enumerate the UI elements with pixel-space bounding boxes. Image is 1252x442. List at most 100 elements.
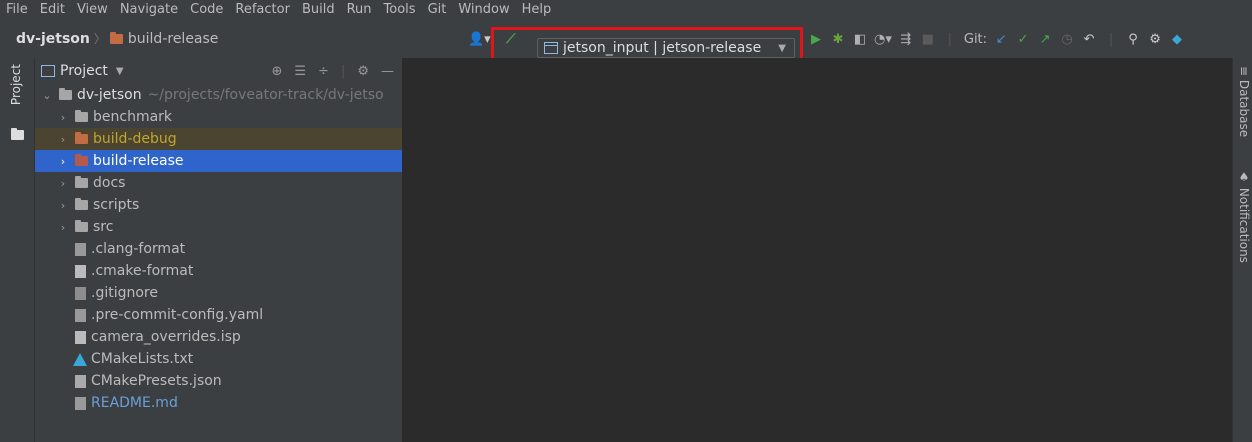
chevron-down-icon[interactable]: ▼: [116, 66, 124, 77]
attach-icon[interactable]: ⇶: [898, 29, 914, 49]
tree-item-label: README.md: [91, 395, 178, 411]
project-panel-header: Project ▼ ⊕ ☰ ÷ | ⚙ —: [35, 58, 402, 84]
menu-window[interactable]: Window: [452, 0, 515, 20]
rollback-icon[interactable]: ↶: [1081, 29, 1097, 49]
tree-item-label: scripts: [93, 197, 140, 213]
folder-icon: [75, 220, 88, 232]
build-hammer-icon[interactable]: ⟋: [503, 29, 519, 49]
tree-item-docs[interactable]: › docs: [35, 172, 402, 194]
profile-icon[interactable]: ◔▾: [874, 29, 892, 49]
tree-item-label: .cmake-format: [91, 263, 194, 279]
project-panel-title[interactable]: Project: [60, 63, 108, 79]
git-push-icon[interactable]: ↗: [1037, 29, 1053, 49]
chevron-right-icon[interactable]: ›: [57, 221, 69, 234]
tree-item-scripts[interactable]: › scripts: [35, 194, 402, 216]
editor-area[interactable]: [402, 58, 1232, 442]
menu-git[interactable]: Git: [422, 0, 453, 20]
plugin-logo-icon[interactable]: ◆: [1169, 29, 1185, 49]
tree-item-cmakepresets[interactable]: CMakePresets.json: [35, 370, 402, 392]
menu-refactor[interactable]: Refactor: [229, 0, 296, 20]
history-icon[interactable]: ◷: [1059, 29, 1075, 49]
stop-icon[interactable]: ■: [920, 29, 936, 49]
tree-item-pre-commit-config[interactable]: .pre-commit-config.yaml: [35, 304, 402, 326]
menu-code[interactable]: Code: [184, 0, 229, 20]
folder-icon: [75, 110, 88, 122]
tree-item-build-release[interactable]: › build-release: [35, 150, 402, 172]
left-tool-strip: Project: [0, 58, 35, 442]
yaml-file-icon: [75, 308, 86, 322]
collapse-all-icon[interactable]: ÷: [318, 64, 329, 79]
chevron-right-icon[interactable]: ›: [57, 111, 69, 124]
database-tool-tab[interactable]: ≡ Database: [1237, 66, 1251, 137]
menu-navigate[interactable]: Navigate: [114, 0, 184, 20]
breadcrumb-separator-icon: 〉: [93, 32, 106, 46]
tree-item-clang-format[interactable]: .clang-format: [35, 238, 402, 260]
tree-item-label: .gitignore: [91, 285, 158, 301]
tree-root-label: dv-jetson: [77, 87, 142, 103]
tree-item-cmakelists[interactable]: CMakeLists.txt: [35, 348, 402, 370]
json-file-icon: [75, 374, 86, 388]
tree-item-label: .clang-format: [91, 241, 186, 257]
chevron-right-icon[interactable]: ›: [57, 199, 69, 212]
tree-item-readme[interactable]: README.md: [35, 392, 402, 414]
project-tool-tab[interactable]: Project: [9, 64, 23, 105]
tree-root[interactable]: ⌄ dv-jetson ~/projects/foveator-track/dv…: [35, 84, 402, 106]
tree-item-cmake-format[interactable]: .cmake-format: [35, 260, 402, 282]
chevron-right-icon[interactable]: ›: [57, 155, 69, 168]
menu-build[interactable]: Build: [296, 0, 341, 20]
run-icon[interactable]: ▶: [808, 29, 824, 49]
expand-all-icon[interactable]: ☰: [294, 64, 306, 79]
tree-item-label: .pre-commit-config.yaml: [91, 307, 264, 323]
tree-item-build-debug[interactable]: › build-debug: [35, 128, 402, 150]
coverage-icon[interactable]: ◧: [852, 29, 868, 49]
database-icon: ≡: [1237, 66, 1251, 80]
notifications-tab-label: Notifications: [1237, 187, 1251, 263]
breadcrumb-project[interactable]: dv-jetson: [16, 31, 90, 47]
git-commit-icon[interactable]: ✓: [1015, 29, 1031, 49]
tree-item-label: CMakePresets.json: [91, 373, 222, 389]
hide-icon[interactable]: —: [381, 64, 394, 79]
tree-item-label: build-debug: [93, 131, 177, 147]
chevron-right-icon[interactable]: ›: [57, 177, 69, 190]
breadcrumb-folder[interactable]: build-release: [128, 31, 219, 47]
menu-edit[interactable]: Edit: [34, 0, 71, 20]
git-update-icon[interactable]: ↙: [993, 29, 1009, 49]
tree-item-benchmark[interactable]: › benchmark: [35, 106, 402, 128]
notifications-tool-tab[interactable]: ♠ Notifications: [1237, 170, 1251, 263]
window-icon: [544, 42, 558, 54]
settings-gear-icon[interactable]: ⚙: [1147, 29, 1163, 49]
chevron-down-icon[interactable]: ⌄: [41, 89, 53, 102]
tree-item-src[interactable]: › src: [35, 216, 402, 238]
window-icon: [41, 65, 55, 77]
folder-icon: [11, 128, 24, 140]
menu-bar: File Edit View Navigate Code Refactor Bu…: [0, 0, 1252, 20]
menu-tools[interactable]: Tools: [378, 0, 422, 20]
folder-icon: [59, 88, 72, 100]
menu-help[interactable]: Help: [516, 0, 558, 20]
chevron-right-icon[interactable]: ›: [57, 133, 69, 146]
locate-icon[interactable]: ⊕: [271, 64, 282, 79]
menu-file[interactable]: File: [0, 0, 34, 20]
tree-item-camera-overrides[interactable]: camera_overrides.isp: [35, 326, 402, 348]
folder-icon: [75, 198, 88, 210]
project-panel: Project ▼ ⊕ ☰ ÷ | ⚙ — ⌄ dv-jetson ~/proj…: [35, 58, 402, 442]
user-icon[interactable]: 👤▾: [468, 29, 491, 49]
markdown-file-icon: [75, 396, 86, 410]
text-file-icon: [75, 330, 86, 344]
excluded-folder-icon: [75, 132, 88, 144]
menu-view[interactable]: View: [71, 0, 114, 20]
debug-icon[interactable]: ✱: [830, 29, 846, 49]
tree-root-path: ~/projects/foveator-track/dv-jetso: [147, 87, 384, 103]
divider: |: [340, 63, 346, 79]
menu-run[interactable]: Run: [341, 0, 378, 20]
tree-item-label: build-release: [93, 153, 184, 169]
folder-icon: [109, 31, 123, 44]
yaml-file-icon: [75, 242, 86, 256]
tree-item-gitignore[interactable]: .gitignore: [35, 282, 402, 304]
gear-icon[interactable]: ⚙: [357, 64, 369, 79]
run-toolbar: ▶ ✱ ◧ ◔▾ ⇶ ■ | Git: ↙ ✓ ↗ ◷ ↶ | ⚲ ⚙ ◆: [808, 29, 1191, 49]
tree-item-label: src: [93, 219, 114, 235]
git-label: Git:: [963, 31, 988, 47]
search-icon[interactable]: ⚲: [1125, 29, 1141, 49]
run-configuration-select[interactable]: jetson_input | jetson-release ▼: [537, 38, 795, 58]
